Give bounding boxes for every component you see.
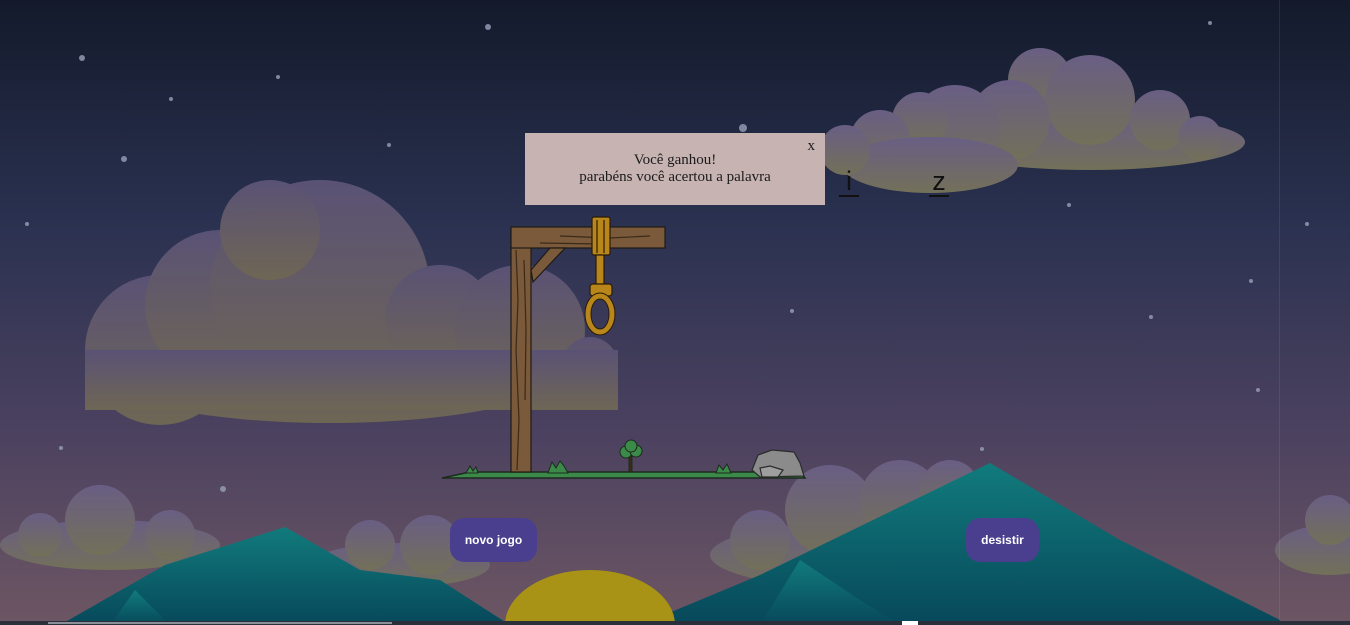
close-button[interactable]: x (808, 138, 816, 155)
give-up-button[interactable]: desistir (966, 518, 1039, 562)
ground (441, 471, 807, 479)
page-edge-line (1279, 0, 1280, 621)
dialog-title: Você ganhou! (633, 152, 717, 168)
game-scene-background (0, 0, 1350, 625)
win-dialog: x Você ganhou! parabéns você acertou a p… (525, 133, 825, 205)
word-letter: z (929, 168, 949, 197)
word-letter: i (839, 168, 859, 197)
new-game-button[interactable]: novo jogo (450, 518, 537, 562)
horizontal-scrollbar[interactable] (0, 621, 1350, 625)
scrollbar-thumb[interactable] (48, 622, 392, 624)
scroll-marker (902, 621, 918, 625)
dialog-message: parabéns você acertou a palavra (579, 169, 771, 185)
